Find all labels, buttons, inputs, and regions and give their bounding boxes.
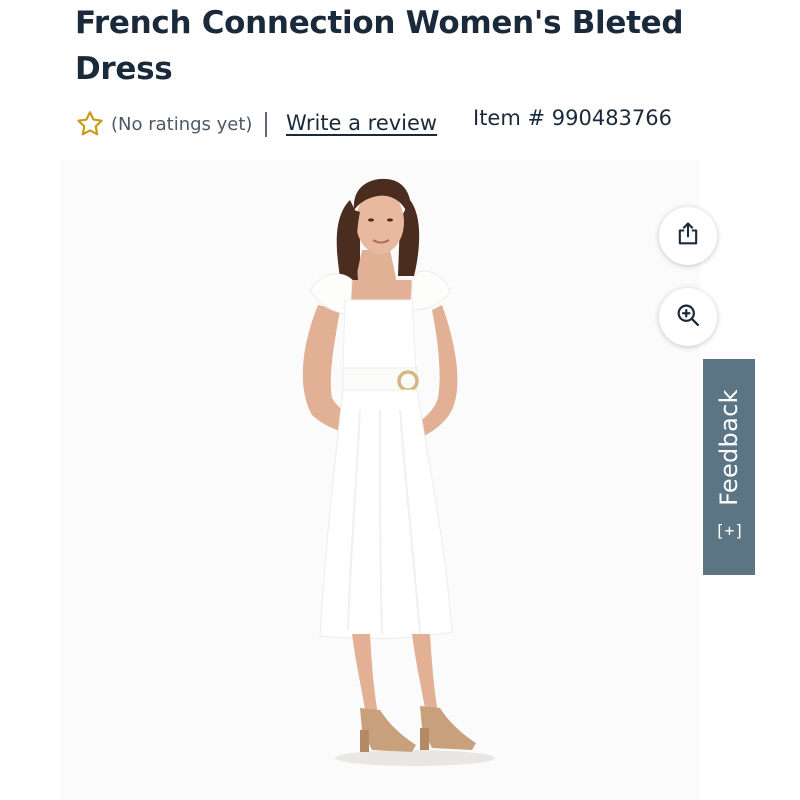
star-outline-icon[interactable] [75,109,105,139]
divider [265,112,267,137]
write-review-link[interactable]: Write a review [286,111,437,135]
feedback-label: Feedback [715,389,743,506]
ratings-row: (No ratings yet) Write a review Item # 9… [75,106,735,142]
share-button[interactable] [659,207,717,265]
product-image[interactable] [60,160,700,800]
item-number: Item # 990483766 [473,106,672,130]
share-icon [674,220,702,252]
zoom-in-icon [674,301,702,333]
zoom-button[interactable] [659,288,717,346]
dress-model-illustration [302,178,495,766]
feedback-plus-icon: [+] [714,520,744,540]
ratings-status: (No ratings yet) [111,114,253,135]
product-title: French Connection Women's Bleted Dress [75,5,684,87]
feedback-tab-content: [+] Feedback [714,389,744,545]
feedback-tab[interactable]: [+] Feedback [703,359,755,575]
